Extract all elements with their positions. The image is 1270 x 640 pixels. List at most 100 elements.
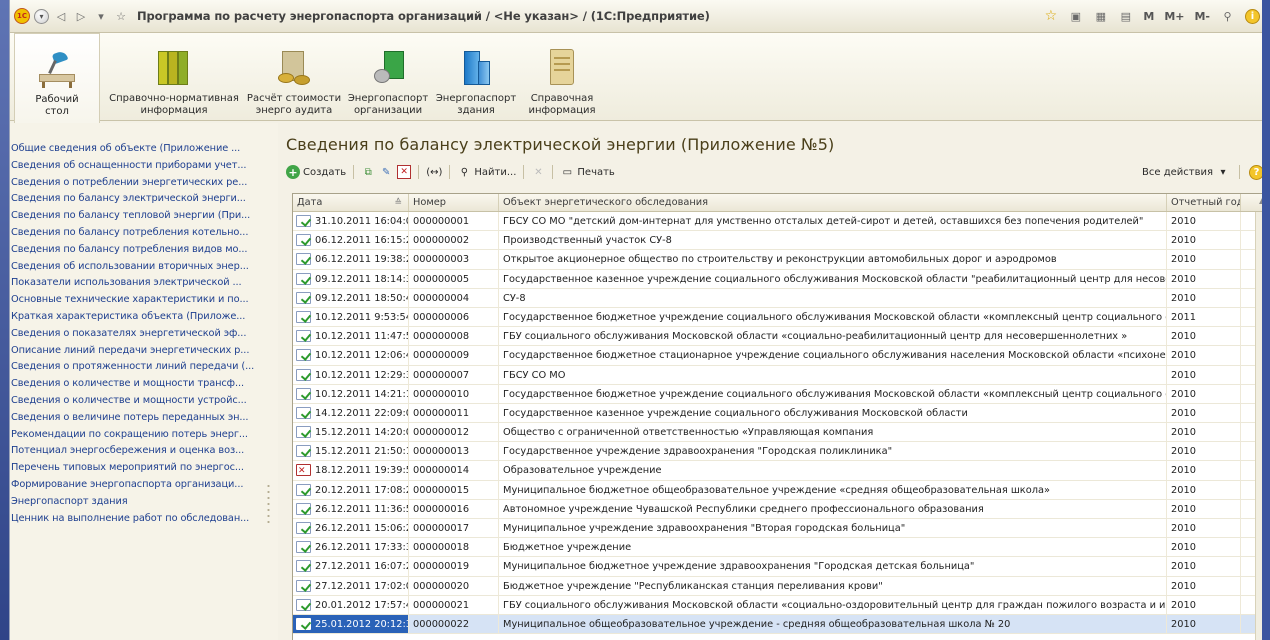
nav-item-passport-forming[interactable]: Формирование энергопаспорта организаци..… [11,477,262,494]
cell-object: ГБСУ СО МО [499,365,1167,384]
find-button[interactable]: ⚲ Найти... [457,165,517,179]
back-arrow-icon[interactable]: ◁ [53,8,69,24]
calendar-icon[interactable]: ▤ [1118,9,1133,24]
calculator-icon[interactable]: ▦ [1093,9,1108,24]
table-row[interactable]: 14.12.2011 22:09:01 000000011 Государствен… [293,403,1269,424]
cancel-search-icon[interactable]: ✕ [531,165,545,179]
posted-document-icon [296,522,311,534]
table-row[interactable]: 27.12.2011 17:02:04 000000020 Бюджетное уч… [293,576,1269,596]
nav-item-losses[interactable]: Сведения о величине потерь переданных эн… [11,410,262,427]
memory-plus-button[interactable]: M+ [1164,10,1184,23]
app-logo-icon[interactable]: 1С [14,8,30,24]
cell-number: 000000015 [409,480,499,499]
posted-document-icon [296,598,311,611]
nav-item-boiler-fuel[interactable]: Сведения по балансу потребления котельно… [11,225,262,242]
splitter-grip[interactable] [267,483,270,523]
history-dropdown-icon[interactable]: ▾ [93,8,109,24]
table-row[interactable]: 10.12.2011 12:29:34 000000007 ГБСУ СО МО 20… [293,365,1269,385]
cell-year: 2010 [1167,288,1241,307]
copy-icon[interactable]: ⧉ [361,165,375,179]
table-row[interactable]: 26.12.2011 17:33:32 000000018 Бюджетное уч… [293,538,1269,558]
column-header-number[interactable]: Номер [409,194,499,211]
table-row[interactable]: 27.12.2011 16:07:24 000000019 Муниципально… [293,557,1269,577]
table-row[interactable]: 18.12.2011 19:39:56000000014Образователь… [293,461,1269,481]
table-row[interactable]: 10.12.2011 11:47:57 000000008 ГБУ социальн… [293,327,1269,347]
nav-item-general-info[interactable]: Общие сведения об объекте (Приложение ..… [11,141,262,158]
section-reference-info[interactable]: Справочная информация [524,33,600,121]
add-favorite-icon[interactable]: ☆ [1043,8,1058,24]
table-row[interactable]: 26.12.2011 15:06:28 000000017 Муниципально… [293,519,1269,539]
table-row[interactable]: 25.01.2012 20:12:38 000000022 Муниципально… [293,614,1269,635]
nav-item-secondary-resources[interactable]: Сведения об использовании вторичных энер… [11,259,262,276]
table-row[interactable]: 06.12.2011 16:15:25 000000002 Производстве… [293,231,1269,251]
table-row[interactable]: 09.12.2011 18:14:36 000000005 Государствен… [293,269,1269,289]
cell-date: 27.12.2011 16:07:24 [293,557,409,576]
nav-item-line-length[interactable]: Сведения о протяженности линий передачи … [11,359,262,376]
column-header-year[interactable]: Отчетный год [1167,194,1241,211]
nav-item-transformers[interactable]: Сведения о количестве и мощности трансф.… [11,376,262,393]
page-title: Сведения по балансу электрической энерги… [286,135,835,154]
posted-document-icon [296,483,311,496]
section-reference-normative[interactable]: Справочно-нормативная информация [108,33,240,121]
nav-item-heat-balance[interactable]: Сведения по балансу тепловой энергии (Пр… [11,208,262,225]
table-row[interactable]: 09.12.2011 18:50:46 000000004 СУ-8 2010 [293,288,1269,308]
nav-item-transmission-lines[interactable]: Описание линий передачи энергетических р… [11,343,262,360]
forward-arrow-icon[interactable]: ▷ [73,8,89,24]
posted-document-icon [296,330,311,343]
interval-button[interactable]: (↔) [426,167,442,178]
edit-icon[interactable]: ✎ [379,165,393,179]
nav-item-loss-recommendations[interactable]: Рекомендации по сокращению потерь энерг.… [11,427,262,444]
nav-item-technical-specs[interactable]: Основные технические характеристики и по… [11,292,262,309]
nav-item-consumption[interactable]: Сведения о потреблении энергетических ре… [11,175,262,192]
cell-date: 25.01.2012 20:12:38 [293,614,409,634]
table-row[interactable]: 26.12.2011 11:36:50 000000016 Автономное у… [293,499,1269,519]
favorites-list-icon[interactable]: ▣ [1068,9,1083,24]
posted-document-icon [296,406,311,419]
nav-item-saving-potential[interactable]: Потенциал энергосбережения и оценка воз.… [11,443,262,460]
panel-splitter[interactable] [262,123,278,640]
separator [552,165,554,179]
memory-button[interactable]: M [1143,10,1154,23]
favorites-star-icon[interactable]: ☆ [113,8,129,24]
nav-item-object-summary[interactable]: Краткая характеристика объекта (Приложе.… [11,309,262,326]
table-row[interactable]: 20.01.2012 17:57:42 000000021 ГБУ социальн… [293,595,1269,615]
print-button[interactable]: ▭ Печать [560,165,615,179]
section-desktop[interactable]: Рабочий стол [14,33,100,123]
table-row[interactable]: 10.12.2011 12:06:40 000000009 Государствен… [293,346,1269,366]
nav-item-efficiency[interactable]: Сведения о показателях энергетической эф… [11,326,262,343]
section-organization-passport[interactable]: Энергопаспорт организации [348,33,428,121]
nav-item-motor-fuel[interactable]: Сведения по балансу потребления видов мо… [11,242,262,259]
column-header-object[interactable]: Объект энергетического обследования [499,194,1167,211]
cell-number: 000000010 [409,384,499,403]
table-row[interactable]: 31.10.2011 16:04:02 000000001 ГБСУ СО МО "… [293,212,1269,232]
nav-item-electric-indicators[interactable]: Показатели использования электрической .… [11,275,262,292]
marked-for-deletion-icon [296,462,311,480]
table-row[interactable]: 15.12.2011 21:50:13 000000013 Государствен… [293,442,1269,462]
settings-icon[interactable]: ⚲ [1220,9,1235,24]
cell-object: Образовательное учреждение [499,461,1167,480]
cell-date: 10.12.2011 12:29:34 [293,365,409,384]
table-row[interactable]: 10.12.2011 14:21:14 000000010 Государствен… [293,384,1269,404]
table-row[interactable]: 15.12.2011 14:20:05 000000012 Общество с о… [293,423,1269,443]
section-building-passport[interactable]: Энергопаспорт здания [436,33,516,121]
column-header-date[interactable]: Дата ≙ [293,194,409,211]
info-icon[interactable]: i [1245,8,1260,24]
table-row[interactable]: 06.12.2011 19:38:25 000000003 Открытое акц… [293,250,1269,270]
nav-item-building-passport[interactable]: Энергопаспорт здания [11,494,262,511]
table-row[interactable]: 10.12.2011 9:53:54 000000006 Государственн… [293,307,1269,328]
create-button[interactable]: + Создать [286,165,346,179]
delete-mark-icon[interactable]: ✕ [397,165,412,179]
posted-document-icon [296,560,311,573]
main-menu-button[interactable]: ▾ [34,8,49,24]
nav-item-devices[interactable]: Сведения о количестве и мощности устройс… [11,393,262,410]
nav-item-metering[interactable]: Сведения об оснащенности приборами учет.… [11,158,262,175]
section-audit-cost[interactable]: Расчёт стоимости энерго аудита [247,33,341,121]
window-title: Программа по расчету энергопаспорта орга… [137,9,710,23]
cell-object: ГБСУ СО МО "детский дом-интернат для умс… [499,212,1167,231]
memory-minus-button[interactable]: M- [1194,10,1210,23]
all-actions-button[interactable]: Все действия ▾ [1142,165,1230,179]
nav-item-typical-measures[interactable]: Перечень типовых мероприятий по энергос.… [11,460,262,477]
nav-item-electric-balance[interactable]: Сведения по балансу электрической энерги… [11,191,262,208]
table-row[interactable]: 20.12.2011 17:08:26 000000015 Муниципально… [293,480,1269,500]
nav-item-price-list[interactable]: Ценник на выполнение работ по обследован… [11,511,262,528]
